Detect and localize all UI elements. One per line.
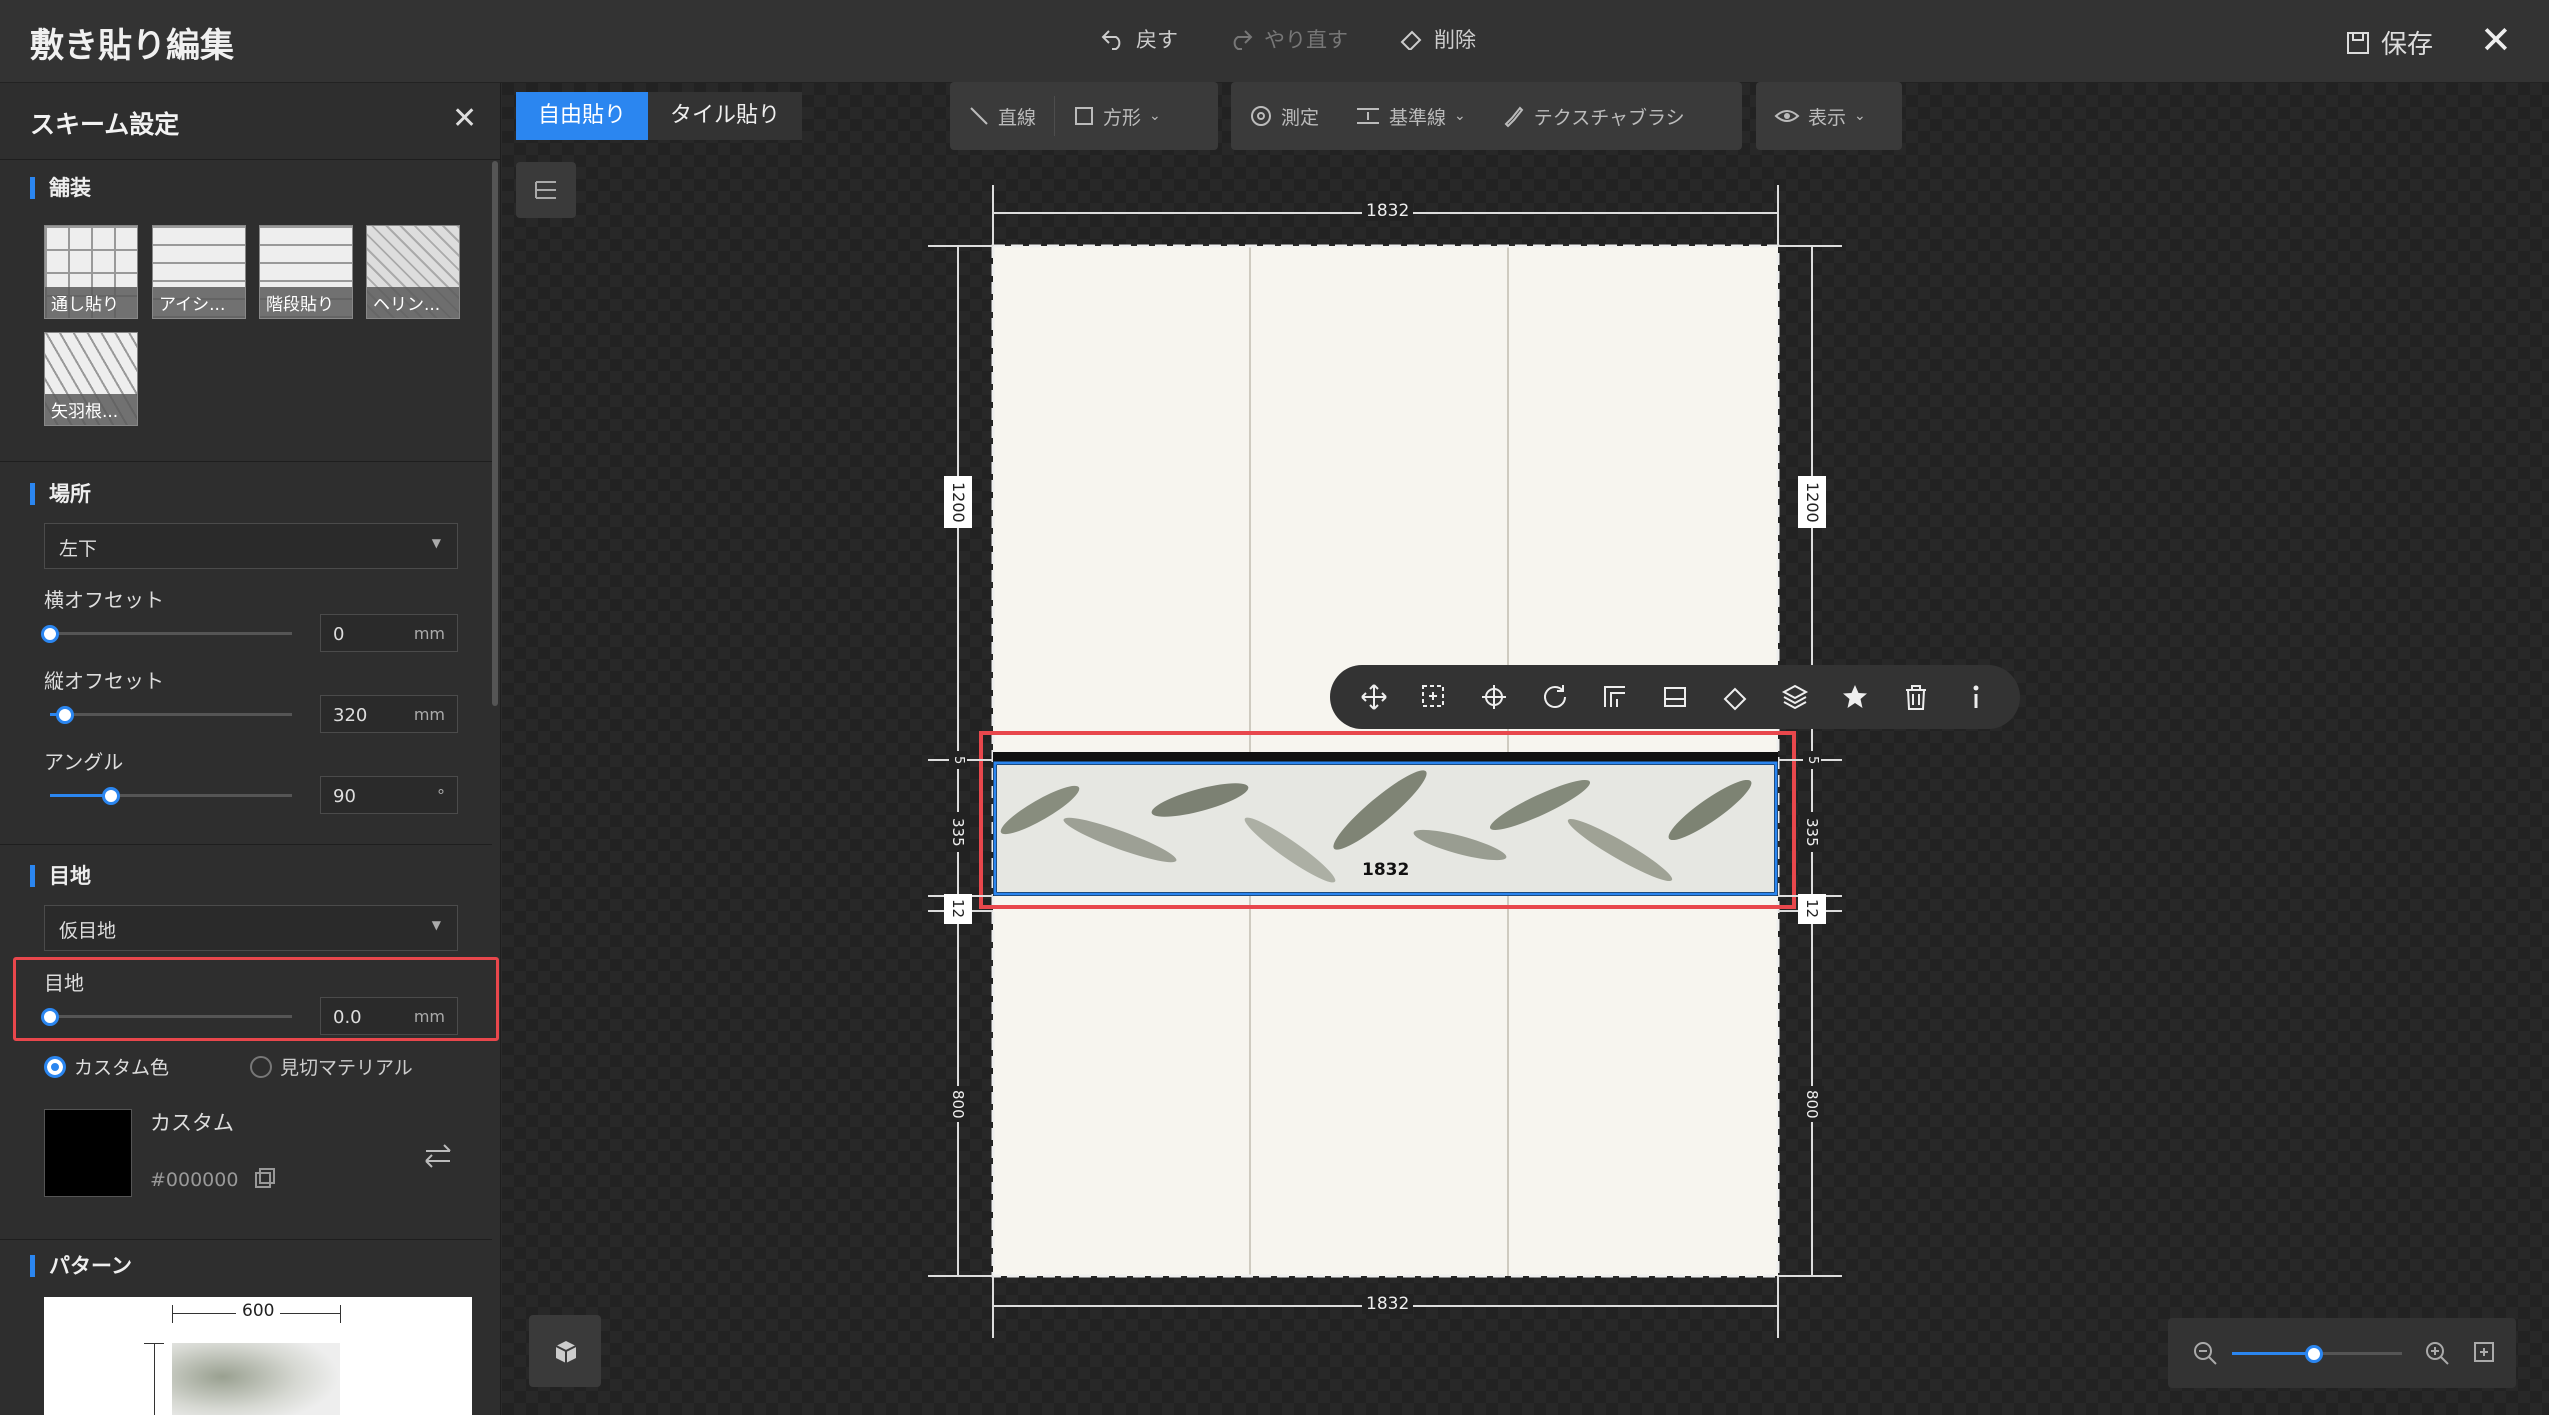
dim-right-bottom: 800 <box>1800 1086 1824 1122</box>
layers-icon[interactable] <box>1779 681 1811 713</box>
dim-left-top: 1200 <box>944 476 972 528</box>
dim-right-small: 12 <box>1798 894 1826 924</box>
zoom-out-icon[interactable] <box>2192 1340 2218 1366</box>
trash-icon[interactable] <box>1900 681 1932 713</box>
dim-top: 1832 <box>1362 201 1414 221</box>
eraser-icon[interactable] <box>1719 681 1751 713</box>
dim-right-top: 1200 <box>1798 476 1826 528</box>
dim-right-mid: 335 <box>1800 812 1824 852</box>
cube-icon <box>555 1341 577 1363</box>
3d-view-button[interactable] <box>529 1315 601 1387</box>
dim-right-tiny: 5 <box>1803 751 1821 769</box>
zoom-control <box>2168 1318 2516 1388</box>
drawing-canvas[interactable] <box>0 0 2549 1415</box>
star-icon[interactable] <box>1839 681 1871 713</box>
fit-view-icon[interactable] <box>2472 1340 2496 1364</box>
align-corner-icon[interactable] <box>1599 681 1631 713</box>
split-icon[interactable] <box>1659 681 1691 713</box>
select-area-icon[interactable] <box>1418 681 1450 713</box>
dim-strip: 1832 <box>1362 860 1410 880</box>
rotate-icon[interactable] <box>1539 681 1571 713</box>
dim-bottom: 1832 <box>1362 1294 1414 1314</box>
dim-left-tiny: 5 <box>949 751 967 769</box>
selection-toolbar <box>1330 665 2020 729</box>
dim-left-mid: 335 <box>946 812 970 852</box>
info-icon[interactable] <box>1960 681 1992 713</box>
zoom-slider-handle[interactable] <box>2304 1345 2323 1363</box>
zoom-in-icon[interactable] <box>2424 1340 2450 1366</box>
anchor-icon[interactable] <box>1478 681 1510 713</box>
dim-left-bottom: 800 <box>946 1086 970 1122</box>
move-icon[interactable] <box>1358 681 1390 713</box>
dim-left-small: 12 <box>944 894 972 924</box>
zoom-slider-fill <box>2232 1352 2314 1355</box>
